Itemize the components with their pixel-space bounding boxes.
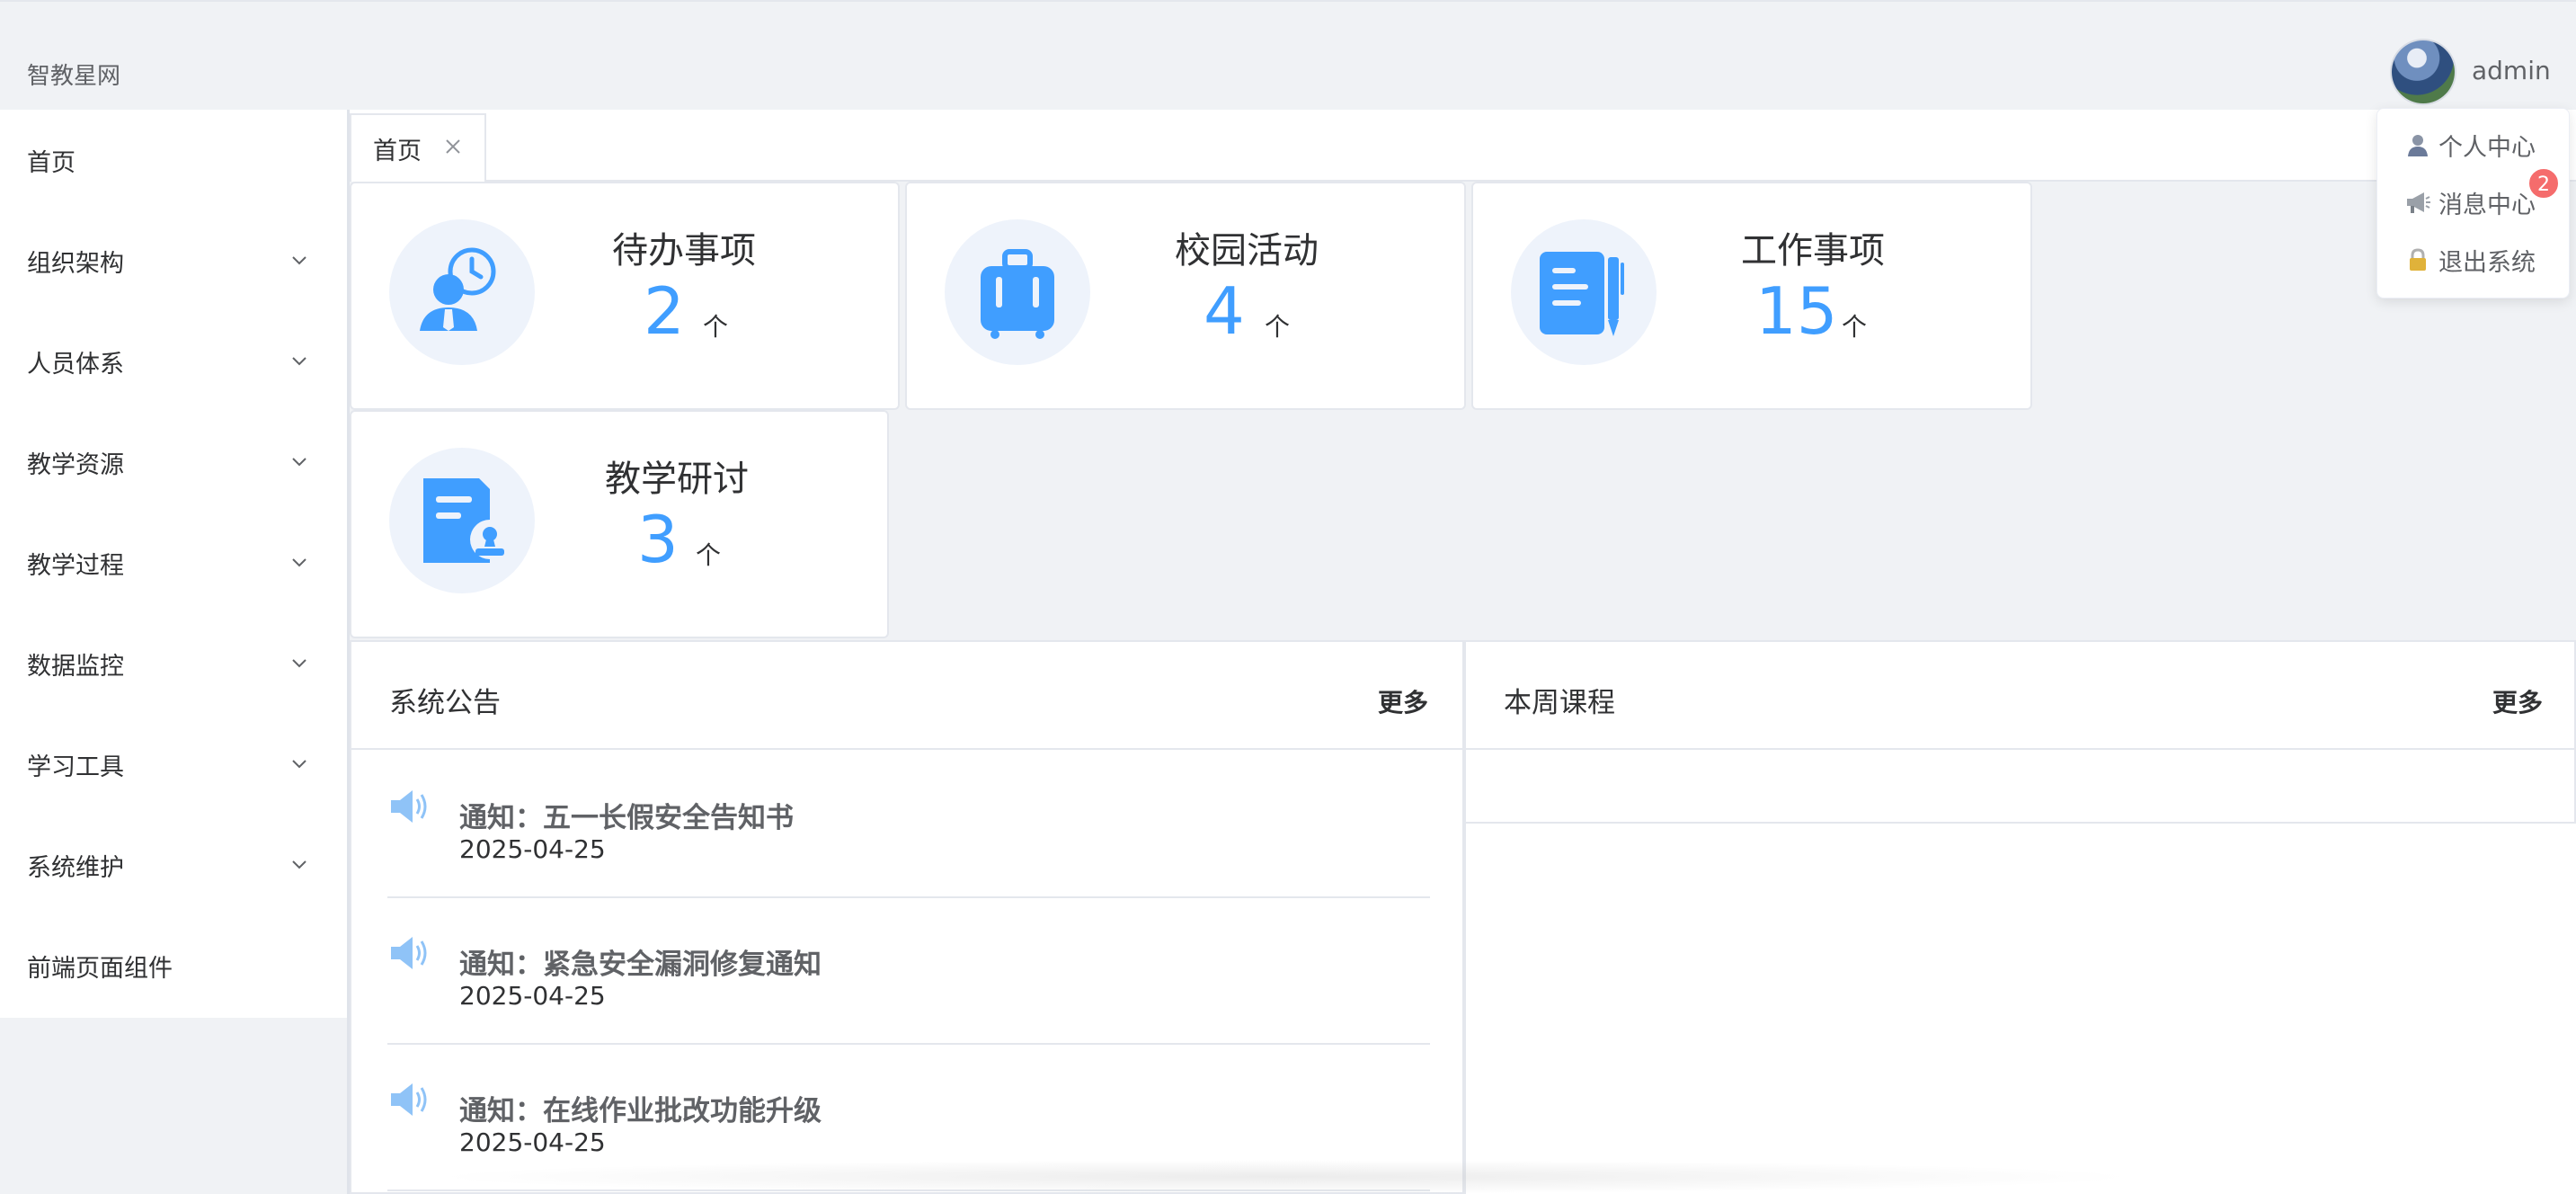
sidebar-item-label: 系统维护 [27, 853, 124, 882]
sidebar-item-frontend-components[interactable]: 前端页面组件 [0, 915, 347, 1016]
chevron-down-icon [292, 860, 306, 869]
menu-item-label: 个人中心 [2438, 133, 2536, 162]
more-link[interactable]: 更多 [1378, 683, 1428, 719]
sidebar-item-label: 教学资源 [27, 450, 124, 479]
user-icon [2408, 135, 2428, 156]
notice-date: 2025-04-25 [459, 981, 606, 1011]
scroll-shadow [431, 1160, 2139, 1194]
sidebar-item-data-monitoring[interactable]: 数据监控 [0, 613, 347, 714]
stat-unit: 个 [1265, 312, 1291, 342]
notice-title: 通知：紧急安全漏洞修复通知 [459, 949, 822, 981]
sidebar-item-personnel[interactable]: 人员体系 [0, 311, 347, 412]
sidebar-item-learning-tools[interactable]: 学习工具 [0, 714, 347, 815]
panel-title: 系统公告 [389, 687, 501, 719]
sidebar-item-label: 组织架构 [27, 249, 124, 278]
stat-card-work-items[interactable]: 工作事项 15 个 [1471, 182, 2032, 410]
megaphone-icon [2407, 192, 2430, 213]
stat-title: 待办事项 [612, 230, 756, 272]
list-item[interactable]: 通知：紧急安全漏洞修复通知 2025-04-25 [387, 898, 1430, 1045]
panel-title: 本周课程 [1504, 687, 1615, 719]
speaker-icon [391, 937, 427, 969]
stat-unit: 个 [703, 312, 729, 342]
more-link[interactable]: 更多 [2492, 683, 2543, 719]
document-stamp-icon [389, 448, 535, 593]
stat-title: 教学研讨 [605, 459, 749, 500]
chevron-down-icon [292, 458, 306, 467]
panel-header: 系统公告 更多 [351, 642, 1462, 750]
menu-item-profile[interactable]: 个人中心 [2404, 127, 2536, 163]
notebook-pen-icon [1511, 219, 1657, 365]
lock-icon [2410, 248, 2426, 271]
list-item[interactable]: 通知：五一长假安全告知书 2025-04-25 [387, 752, 1430, 898]
chevron-down-icon [292, 357, 306, 366]
menu-item-messages[interactable]: 消息中心 [2404, 184, 2536, 220]
person-clock-icon [389, 219, 535, 365]
user-name[interactable]: admin [2472, 56, 2551, 85]
announcements-panel: 系统公告 更多 通知：五一长假安全告知书 2025-04-25 通知：紧急安全漏… [350, 640, 1464, 1194]
user-dropdown-menu: 个人中心 消息中心 退出系统 [2376, 108, 2570, 298]
menu-item-label: 退出系统 [2438, 248, 2536, 277]
notice-title: 通知：五一长假安全告知书 [459, 802, 794, 834]
stat-count: 15 [1755, 273, 1838, 349]
stat-count: 3 [637, 502, 679, 577]
stat-unit: 个 [1842, 312, 1868, 342]
stat-title: 工作事项 [1741, 230, 1885, 272]
stat-card-todo[interactable]: 待办事项 2 个 [350, 182, 900, 410]
sidebar-item-system-maintenance[interactable]: 系统维护 [0, 815, 347, 915]
chevron-down-icon [292, 558, 306, 567]
courses-empty-area [1464, 824, 2576, 1194]
stat-count: 4 [1204, 273, 1245, 349]
sidebar-item-label: 数据监控 [27, 652, 124, 681]
sidebar-item-label: 教学过程 [27, 551, 124, 580]
stat-title: 校园活动 [1175, 230, 1319, 272]
sidebar-item-teaching-resources[interactable]: 教学资源 [0, 412, 347, 512]
top-header: 智教星网 admin [0, 0, 2576, 110]
sidebar-item-label: 学习工具 [27, 753, 124, 781]
chevron-down-icon [292, 760, 306, 769]
brand-title: 智教星网 [27, 63, 121, 90]
notice-date: 2025-04-25 [459, 1127, 606, 1157]
notice-date: 2025-04-25 [459, 834, 606, 864]
tab-home[interactable]: 首页 [350, 113, 486, 182]
close-icon[interactable] [441, 135, 465, 158]
notice-title: 通知：在线作业批改功能升级 [459, 1095, 822, 1127]
message-count-badge: 2 [2527, 167, 2560, 200]
speaker-icon [391, 790, 427, 823]
sidebar-item-organization[interactable]: 组织架构 [0, 210, 347, 311]
sidebar-item-label: 前端页面组件 [27, 954, 173, 983]
speaker-icon [391, 1083, 427, 1116]
chevron-down-icon [292, 256, 306, 265]
stat-card-campus-activities[interactable]: 校园活动 4 个 [905, 182, 1466, 410]
suitcase-icon [945, 219, 1090, 365]
sidebar-item-home[interactable]: 首页 [0, 110, 347, 210]
tab-bar: 首页 [350, 110, 2576, 182]
stat-count: 2 [644, 273, 685, 349]
menu-item-label: 消息中心 [2438, 191, 2536, 219]
sidebar-item-teaching-process[interactable]: 教学过程 [0, 512, 347, 613]
menu-item-logout[interactable]: 退出系统 [2404, 242, 2536, 278]
user-avatar[interactable] [2392, 40, 2455, 103]
weekly-courses-panel: 本周课程 更多 [1464, 640, 2576, 824]
panel-header: 本周课程 更多 [1466, 642, 2574, 750]
sidebar-item-label: 人员体系 [27, 350, 124, 379]
tab-label: 首页 [373, 137, 422, 165]
sidebar-item-label: 首页 [27, 148, 76, 177]
stat-unit: 个 [696, 540, 722, 570]
chevron-down-icon [292, 659, 306, 668]
sidebar-menu: 首页 组织架构 人员体系 教学资源 教学过程 数据监控 学习工具 系统维护 前端… [0, 110, 347, 1018]
stat-card-teaching-seminar[interactable]: 教学研讨 3 个 [350, 410, 889, 638]
